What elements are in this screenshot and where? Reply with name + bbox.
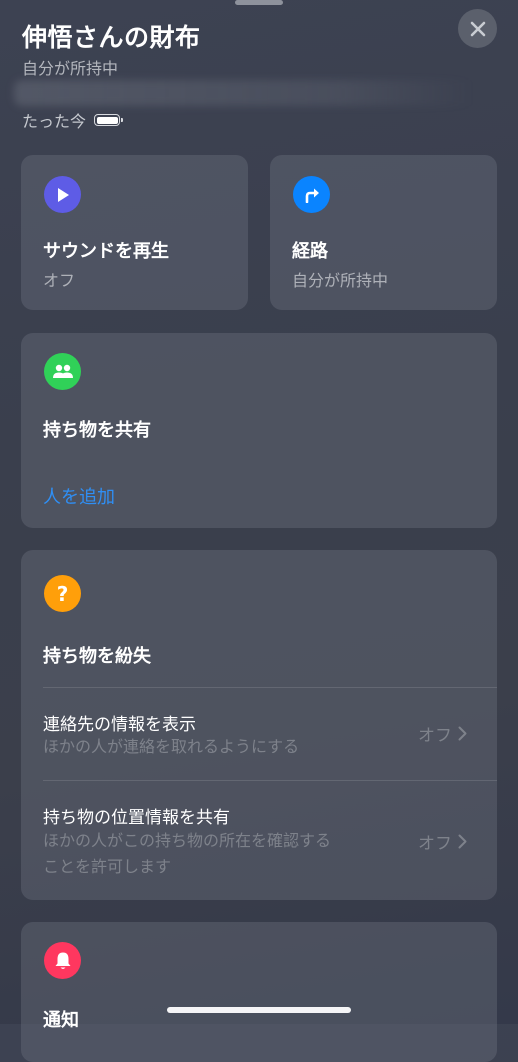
show-contact-title: 連絡先の情報を表示 [43,715,196,735]
blurred-address [14,80,474,106]
share-location-value: オフ [418,829,467,854]
share-item-card: 持ち物を共有 人を追加 [21,333,497,528]
bell-icon [44,942,81,979]
notifications-card: 通知 [21,922,497,1062]
people-icon [44,353,81,390]
question-icon: ? [44,575,81,612]
chevron-right-icon [458,726,467,741]
play-icon [44,176,81,213]
chevron-right-icon [458,834,467,849]
show-contact-row[interactable]: 連絡先の情報を表示 ほかの人が連絡を取れるようにする オフ [21,688,497,779]
add-people-button[interactable]: 人を追加 [43,483,115,509]
close-button[interactable] [458,9,497,48]
last-updated-label: たった今 [22,112,87,131]
item-subtitle: 自分が所持中 [22,59,119,78]
directions-label: 経路 [292,241,328,262]
share-location-status: オフ [418,834,452,854]
close-icon [470,21,485,36]
lost-item-card: ? 持ち物を紛失 連絡先の情報を表示 ほかの人が連絡を取れるようにする オフ 持… [21,550,497,900]
notifications-label[interactable]: 通知 [43,1006,79,1032]
sheet-grabber[interactable] [235,0,283,5]
battery-icon [94,114,124,126]
share-location-title: 持ち物の位置情報を共有 [43,808,230,828]
item-title: 伸悟さんの財布 [22,23,201,52]
show-contact-desc: ほかの人が連絡を取れるようにする [43,737,300,756]
directions-status: 自分が所持中 [292,271,389,290]
directions-arrow-icon [293,176,330,213]
play-sound-status: オフ [43,271,76,290]
share-location-desc-line2: ことを許可します [43,857,172,876]
share-location-desc-line1: ほかの人がこの持ち物の所在を確認する [43,831,332,850]
home-indicator[interactable] [167,1007,351,1013]
share-location-row[interactable]: 持ち物の位置情報を共有 ほかの人がこの持ち物の所在を確認する ことを許可します … [21,781,497,900]
show-contact-status: オフ [418,726,452,746]
play-sound-card[interactable]: サウンドを再生 オフ [21,155,248,310]
directions-card[interactable]: 経路 自分が所持中 [270,155,497,310]
share-item-label: 持ち物を共有 [43,420,151,441]
play-sound-label: サウンドを再生 [43,241,169,262]
last-updated: たった今 [22,108,124,132]
show-contact-value: オフ [418,721,467,746]
lost-item-label[interactable]: 持ち物を紛失 [43,642,151,668]
